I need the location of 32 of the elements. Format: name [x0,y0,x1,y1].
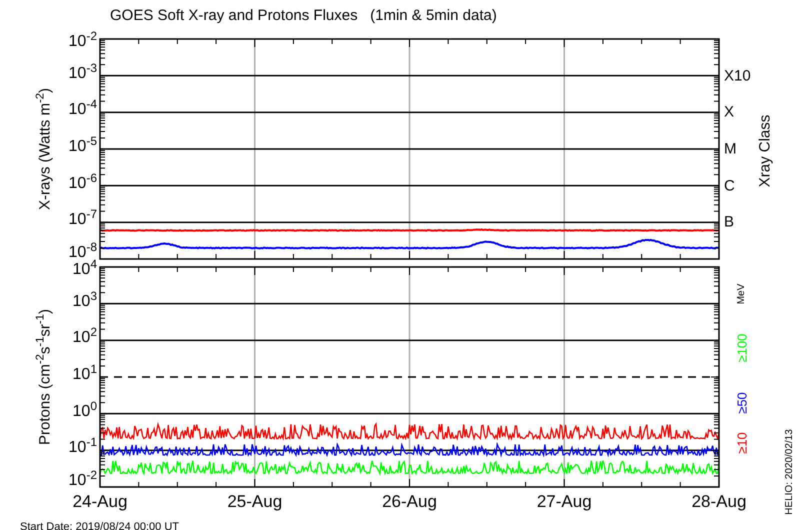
axis-tick-label: 28-Aug [692,493,746,510]
series-label: ≥50 [736,392,748,414]
timestamp-text: HELIO: 2020/02/13 [785,429,795,515]
series-label: ≥10 [736,432,748,454]
axis-tick-label: 10$^{-1}$ [68,440,97,456]
axis-tick-label: 10$^{-6}$ [68,176,97,192]
axis-tick-label: 10$^{-4}$ [68,102,97,118]
axis-tick-label: 25-Aug [227,493,282,510]
legend-title: MeV [737,284,747,304]
axis-tick-label: 10$^{-7}$ [68,212,97,228]
axis-tick-label: 24-Aug [72,493,128,510]
axis-tick-label: 10$^{-8}$ [68,245,97,261]
axis-tick-label: 10$^{3}$ [72,294,97,310]
chart-title: GOES Soft X-ray and Protons Fluxes (1min & 5min data) [110,8,497,23]
axis-tick-label: 10$^{-2}$ [68,473,97,489]
axis-title: Xray Class [758,114,772,188]
start-date-text: Start Date: 2019/08/24 00:00 UT [20,521,179,530]
axis-tick-label: 10$^{2}$ [72,330,97,346]
class-label: X10 [724,68,751,84]
axis-tick-label: 10$^{-5}$ [68,139,97,155]
axis-tick-label: 26-Aug [382,493,437,510]
class-label: M [724,142,736,156]
axis-tick-label: 10$^{4}$ [72,262,97,278]
axis-tick-label: 10$^{-3}$ [68,66,97,82]
axis-tick-label: 10$^{-2}$ [68,34,97,50]
class-label: B [724,214,734,230]
series-label: ≥100 [736,334,748,362]
class-label: C [724,178,735,194]
axis-tick-label: 10$^{1}$ [72,367,97,383]
axis-tick-label: 10$^{0}$ [72,404,97,420]
axis-tick-label: 27-Aug [536,493,592,510]
class-label: X [724,104,734,120]
